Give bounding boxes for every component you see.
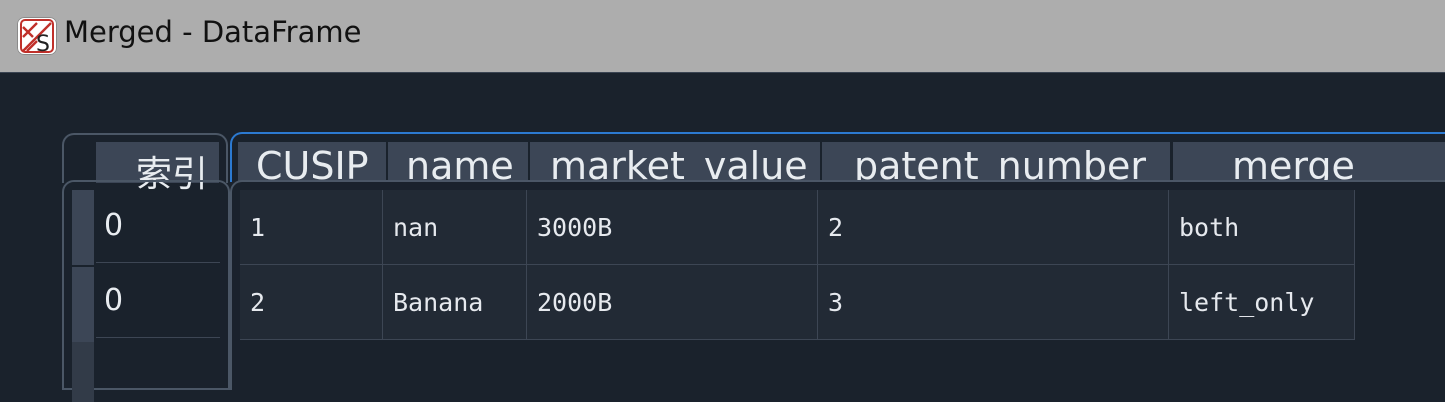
cell-name[interactable]: Banana (383, 265, 527, 340)
column-header-merge[interactable]: _merge (1173, 142, 1445, 182)
cell-merge[interactable]: both (1169, 190, 1355, 265)
svg-text:S: S (36, 32, 50, 55)
index-header[interactable]: 索引 (62, 133, 228, 195)
row-handle[interactable] (72, 267, 94, 342)
cell-patent-number[interactable]: 3 (818, 265, 1169, 340)
cell-market-value[interactable]: 2000B (527, 265, 818, 340)
row-handle-empty (72, 342, 94, 402)
cell-patent-number[interactable]: 2 (818, 190, 1169, 265)
column-header-name[interactable]: name (388, 142, 528, 182)
cell-market-value[interactable]: 3000B (527, 190, 818, 265)
app-icon: S (17, 17, 57, 57)
column-header-market-value[interactable]: market_value (530, 142, 820, 182)
data-grid: 1 nan 3000B 2 both 2 Banana 2000B 3 left… (230, 180, 1445, 390)
column-header-patent-number[interactable]: patent_number (822, 142, 1170, 182)
title-bar: S Merged - DataFrame (0, 0, 1445, 72)
cell-cusip[interactable]: 1 (240, 190, 383, 265)
window-title: Merged - DataFrame (64, 15, 362, 49)
cell-name[interactable]: nan (383, 190, 527, 265)
column-header-cusip[interactable]: CUSIP (238, 142, 386, 182)
cell-cusip[interactable]: 2 (240, 265, 383, 340)
cell-merge[interactable]: left_only (1169, 265, 1355, 340)
column-header-row: CUSIP name market_value patent_number _m… (230, 132, 1445, 182)
index-cell[interactable]: 0 (96, 264, 220, 338)
row-handle[interactable] (72, 190, 94, 265)
index-cell[interactable]: 0 (96, 189, 220, 263)
index-column: 0 0 (62, 180, 230, 402)
